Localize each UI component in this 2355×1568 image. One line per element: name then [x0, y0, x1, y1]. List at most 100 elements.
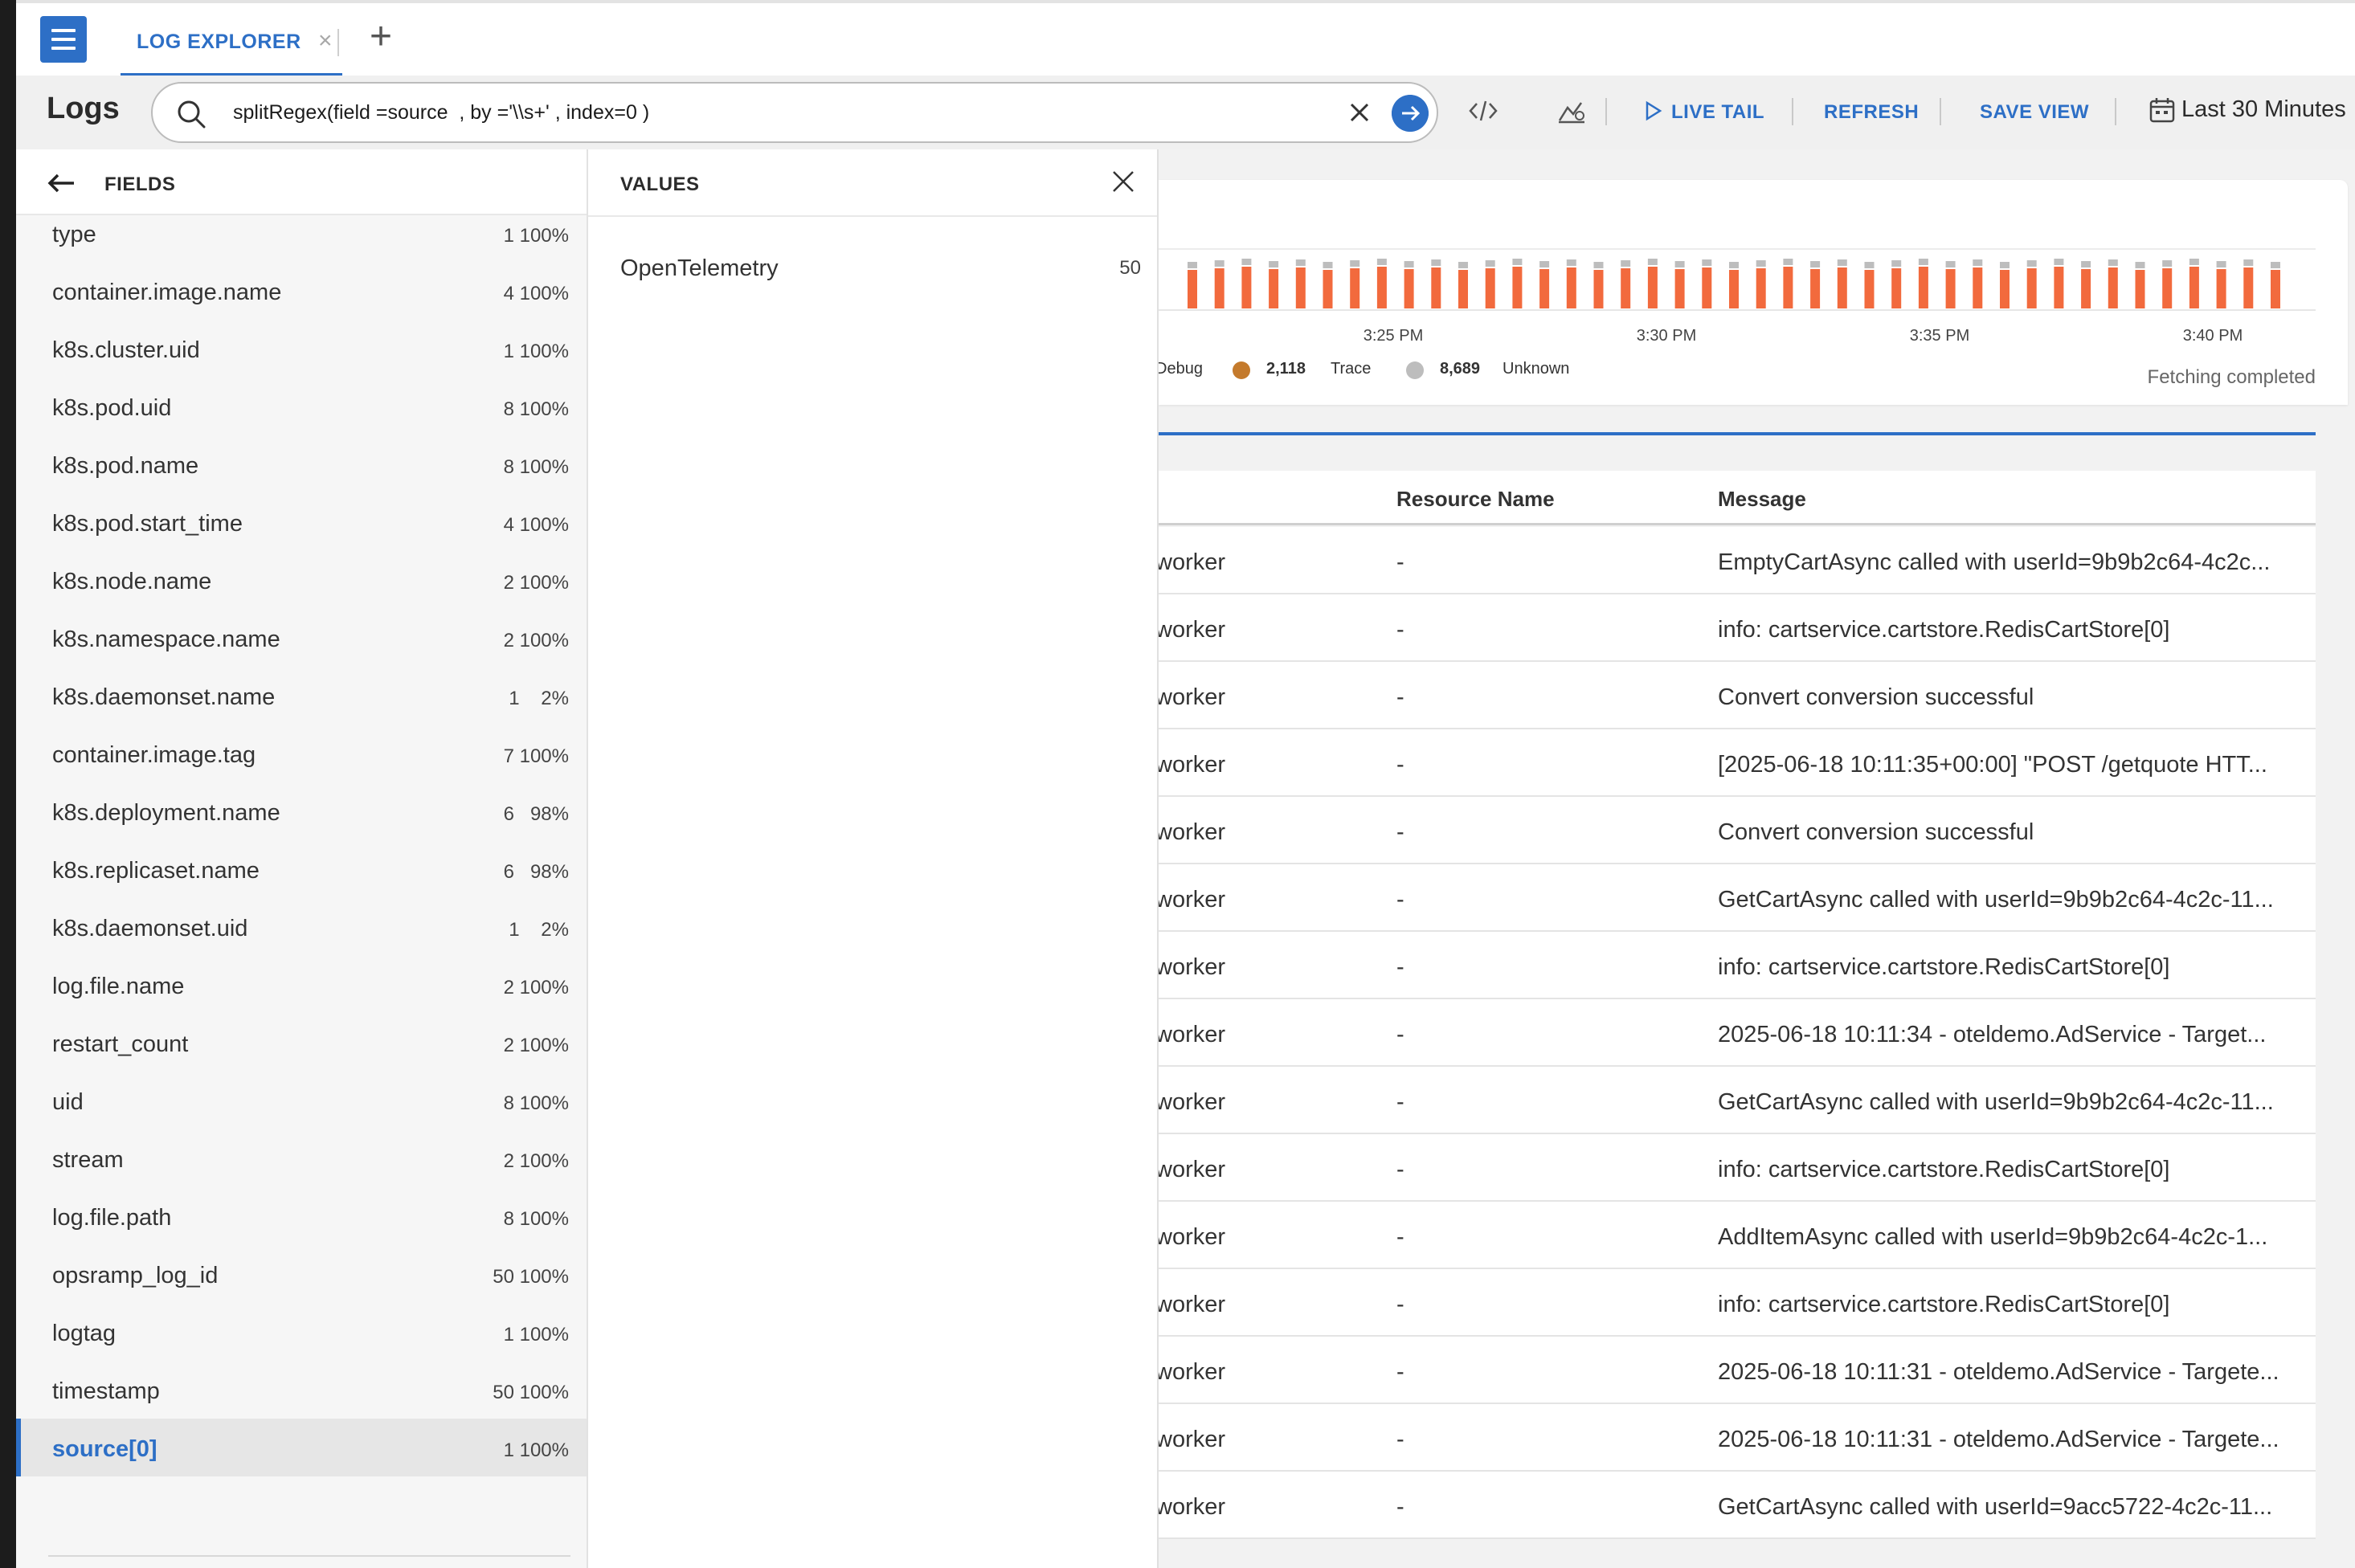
table-row[interactable]: worker - Convert conversion successful: [1159, 662, 2316, 729]
field-item[interactable]: k8s.node.name 2 100%: [16, 551, 587, 609]
table-row[interactable]: worker - info: cartservice.cartstore.Redis…: [1159, 1134, 2316, 1202]
code-icon[interactable]: [1467, 95, 1499, 127]
add-tab-icon[interactable]: +: [370, 18, 392, 56]
chart-bar[interactable]: [1729, 270, 1739, 308]
chart-bar[interactable]: [1431, 267, 1441, 308]
chart-bar-unknown[interactable]: [1566, 259, 1576, 266]
query-search-box[interactable]: splitRegex(field =source , by ='\\s+' , …: [151, 82, 1438, 143]
back-arrow-icon[interactable]: [45, 167, 77, 199]
field-item[interactable]: source[0] 1 100%: [16, 1419, 587, 1476]
chart-bar[interactable]: [1810, 269, 1821, 308]
chart-bar[interactable]: [1404, 269, 1414, 308]
legend-label[interactable]: Trace: [1331, 360, 1371, 378]
chart-bar-unknown[interactable]: [1512, 259, 1523, 265]
chart-bar[interactable]: [2026, 268, 2037, 308]
chart-bar-unknown[interactable]: [1674, 261, 1685, 267]
chart-bar-unknown[interactable]: [2108, 259, 2118, 266]
chart-bar-unknown[interactable]: [2271, 262, 2280, 268]
field-item[interactable]: k8s.pod.start_time 4 100%: [16, 493, 587, 551]
chart-bar-unknown[interactable]: [1350, 260, 1360, 267]
table-row[interactable]: worker - Convert conversion successful: [1159, 797, 2316, 864]
close-icon[interactable]: [1109, 167, 1138, 196]
chart-bar-unknown[interactable]: [1214, 260, 1225, 267]
chart-bar-unknown[interactable]: [1864, 262, 1875, 268]
chart-bar[interactable]: [1376, 267, 1387, 308]
field-item[interactable]: k8s.deployment.name 6 98%: [16, 782, 587, 840]
chart-bar-unknown[interactable]: [1431, 259, 1441, 266]
chart-bar[interactable]: [1891, 268, 1902, 308]
chart-bar-unknown[interactable]: [2026, 260, 2037, 267]
chart-bar-unknown[interactable]: [2243, 259, 2254, 266]
chart-bar-unknown[interactable]: [1323, 262, 1333, 268]
table-row[interactable]: worker - AddItemAsync called with userId=9…: [1159, 1202, 2316, 1269]
tab-close-icon[interactable]: ×: [318, 27, 333, 55]
chart-bar[interactable]: [1512, 267, 1523, 308]
field-item[interactable]: container.image.tag 7 100%: [16, 725, 587, 782]
chart-bar-unknown[interactable]: [2000, 262, 2010, 268]
table-row[interactable]: worker - info: cartservice.cartstore.Redis…: [1159, 932, 2316, 999]
chart-bar-unknown[interactable]: [1918, 259, 1928, 265]
field-item[interactable]: restart_count 2 100%: [16, 1014, 587, 1072]
table-row[interactable]: worker - 2025-06-18 10:11:34 - oteldemo.Ad…: [1159, 999, 2316, 1067]
chart-bar[interactable]: [1593, 270, 1604, 308]
chart-bar-unknown[interactable]: [1621, 260, 1631, 267]
chart-bar[interactable]: [1214, 268, 1225, 308]
chart-bar[interactable]: [2162, 268, 2173, 308]
table-row[interactable]: worker - 2025-06-18 10:11:31 - oteldemo.Ad…: [1159, 1337, 2316, 1404]
chart-bar[interactable]: [1485, 268, 1495, 308]
chart-bar-unknown[interactable]: [1756, 260, 1766, 267]
run-query-icon[interactable]: [1392, 95, 1429, 132]
chart-bar-unknown[interactable]: [1702, 259, 1712, 266]
chart-bar-unknown[interactable]: [1269, 261, 1279, 267]
chart-bar-unknown[interactable]: [1188, 262, 1197, 268]
chart-bar[interactable]: [1458, 270, 1468, 308]
field-item[interactable]: k8s.replicaset.name 6 98%: [16, 840, 587, 898]
chart-bar[interactable]: [1295, 267, 1306, 308]
chart-bar[interactable]: [1864, 270, 1875, 308]
chart-bar-unknown[interactable]: [1891, 260, 1902, 267]
chart-bar[interactable]: [2216, 269, 2226, 308]
chart-bar-unknown[interactable]: [1647, 259, 1658, 265]
query-input[interactable]: splitRegex(field =source , by ='\\s+' , …: [233, 101, 649, 125]
table-row[interactable]: worker - info: cartservice.cartstore.Redis…: [1159, 1269, 2316, 1337]
chart-bar-unknown[interactable]: [1593, 262, 1604, 268]
chart-bar[interactable]: [2108, 267, 2118, 308]
table-row[interactable]: worker - GetCartAsync called with userId=9…: [1159, 1472, 2316, 1539]
column-header-resource-name[interactable]: Resource Name: [1396, 487, 1555, 512]
chart-bar[interactable]: [1188, 270, 1197, 308]
chart-bar[interactable]: [1323, 270, 1333, 308]
chart-bar[interactable]: [2081, 269, 2091, 308]
legend-label[interactable]: Debug: [1159, 360, 1203, 378]
save-view-button[interactable]: SAVE VIEW: [1980, 101, 2089, 124]
chart-settings-icon[interactable]: [1556, 95, 1588, 127]
chart-bar-unknown[interactable]: [1837, 259, 1847, 266]
chart-bar-unknown[interactable]: [1241, 259, 1252, 265]
chart-bar-unknown[interactable]: [1404, 261, 1414, 267]
chart-bar-unknown[interactable]: [2216, 261, 2226, 267]
chart-bar-unknown[interactable]: [2081, 261, 2091, 267]
chart-bar[interactable]: [1621, 268, 1631, 308]
chart-bar[interactable]: [1241, 267, 1252, 308]
chart-bar-unknown[interactable]: [1783, 259, 1793, 265]
table-row[interactable]: worker - GetCartAsync called with userId=9…: [1159, 1067, 2316, 1134]
value-item[interactable]: OpenTelemetry 50: [588, 246, 1157, 294]
chart-bar[interactable]: [1702, 267, 1712, 308]
field-item[interactable]: k8s.pod.uid 8 100%: [16, 378, 587, 435]
time-range-selector[interactable]: Last 30 Minutes: [2181, 96, 2346, 123]
chart-bar-unknown[interactable]: [1295, 259, 1306, 266]
legend-label[interactable]: Unknown: [1503, 360, 1569, 378]
chart-bar-unknown[interactable]: [1539, 261, 1550, 267]
field-item[interactable]: container.image.name 4 100%: [16, 262, 587, 320]
chart-bar-unknown[interactable]: [2162, 260, 2173, 267]
field-item[interactable]: logtag 1 100%: [16, 1303, 587, 1361]
chart-bar[interactable]: [1945, 269, 1956, 308]
chart-bar[interactable]: [1350, 268, 1360, 308]
chart-bar[interactable]: [1539, 269, 1550, 308]
chart-bar[interactable]: [2054, 267, 2064, 308]
chart-bar-unknown[interactable]: [2189, 259, 2199, 265]
chart-bar[interactable]: [1269, 269, 1279, 308]
tab-log-explorer[interactable]: LOG EXPLORER ×: [121, 19, 342, 77]
field-item[interactable]: k8s.daemonset.name 1 2%: [16, 667, 587, 725]
field-item[interactable]: k8s.daemonset.uid 1 2%: [16, 898, 587, 956]
chart-bar[interactable]: [1566, 267, 1576, 308]
